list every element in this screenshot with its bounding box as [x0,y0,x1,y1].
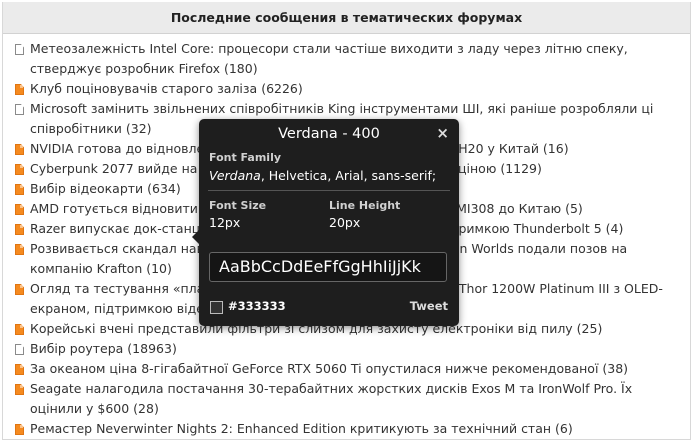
panel-title: Последние сообщения в тематических форум… [3,2,690,34]
hot-doc-icon [15,384,24,395]
hot-doc-icon [15,184,24,195]
doc-icon [15,104,24,115]
divider [208,190,450,191]
hot-doc-icon [15,244,24,255]
color-hex-value: #333333 [228,299,286,313]
hot-doc-icon [15,204,24,215]
post-item: Ремастер Neverwinter Nights 2: Enhanced … [15,419,684,439]
font-size-label: Font Size [209,199,267,212]
post-link[interactable]: Метеозалежність Intel Core: процесори ст… [30,41,628,76]
line-height-value: 20px [329,215,361,230]
color-swatch [210,301,223,314]
post-link[interactable]: Вибір роутера (18963) [30,341,177,356]
tooltip-title: Verdana - 400 [278,126,380,142]
post-item: Вибір роутера (18963) [15,339,684,359]
post-item: Метеозалежність Intel Core: процесори ст… [15,39,684,79]
close-icon[interactable]: × [436,124,449,142]
post-link[interactable]: За океаном ціна 8-гігабайтної GeForce RT… [30,361,628,376]
hot-doc-icon [15,424,24,435]
font-family-fallbacks: , Helvetica, Arial, sans-serif; [260,168,437,183]
tooltip-arrow [192,230,199,244]
font-info-tooltip: Verdana - 400 × Font Family Verdana, Hel… [192,119,459,326]
post-item: За океаном ціна 8-гігабайтної GeForce RT… [15,359,684,379]
post-link[interactable]: Seagate налагодила постачання 30-терабай… [30,381,632,416]
font-family-label: Font Family [209,151,282,164]
hot-doc-icon [15,84,24,95]
line-height-label: Line Height [329,199,401,212]
post-link[interactable]: Клуб поціновувачів старого заліза (6226) [30,81,303,96]
font-family-primary: Verdana [209,168,261,183]
post-item: Клуб поціновувачів старого заліза (6226) [15,79,684,99]
font-size-value: 12px [209,215,241,230]
doc-icon [15,344,24,355]
hot-doc-icon [15,364,24,375]
hot-doc-icon [15,164,24,175]
post-item: Seagate налагодила постачання 30-терабай… [15,379,684,419]
doc-icon [15,44,24,55]
post-link[interactable]: Вибір відеокарти (634) [30,181,181,196]
hot-doc-icon [15,324,24,335]
tweet-link[interactable]: Tweet [410,299,448,313]
font-sample-input[interactable]: AaBbCcDdEeFfGgHhIiJjKk [209,252,447,282]
hot-doc-icon [15,284,24,295]
hot-doc-icon [15,144,24,155]
font-family-value: Verdana, Helvetica, Arial, sans-serif; [209,168,436,183]
post-link[interactable]: Ремастер Neverwinter Nights 2: Enhanced … [30,421,573,436]
hot-doc-icon [15,224,24,235]
